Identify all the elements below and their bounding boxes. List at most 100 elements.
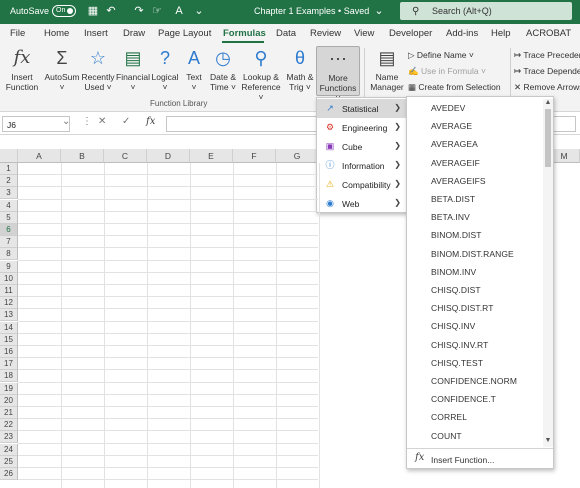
redo-icon[interactable]: ↷ — [132, 4, 146, 18]
menu-item-statistical[interactable]: ↗ Statistical ❯ — [317, 99, 407, 118]
cancel-icon[interactable]: ✕ — [98, 116, 106, 127]
column-header-e[interactable]: E — [190, 149, 233, 163]
trace-dependents-button[interactable]: ↦ Trace Dependents — [514, 66, 580, 77]
tab-add-ins[interactable]: Add-ins — [446, 28, 478, 39]
menu-item-web[interactable]: ◉ Web ❯ — [317, 194, 407, 213]
function-item[interactable]: CHISQ.TEST — [431, 358, 483, 368]
remove-arrows-button[interactable]: ✕ Remove Arrows ˅ — [514, 82, 580, 93]
row-header[interactable]: 7 — [0, 236, 18, 249]
tab-home[interactable]: Home — [44, 28, 69, 39]
function-item[interactable]: CHISQ.INV.RT — [431, 340, 488, 350]
row-header[interactable]: 2 — [0, 175, 18, 188]
trace-precedents-button[interactable]: ↦ Trace Precedents — [514, 50, 580, 61]
row-header[interactable]: 1 — [0, 163, 18, 175]
menu-item-information[interactable]: ⓘ Information ❯ — [317, 156, 407, 175]
name-box-dropdown-icon[interactable]: ⌄ — [62, 116, 70, 127]
row-header[interactable]: 23 — [0, 431, 18, 444]
row-header[interactable]: 18 — [0, 370, 18, 383]
insert-function-fx-icon[interactable]: fx — [146, 116, 155, 127]
row-header[interactable]: 10 — [0, 272, 18, 285]
tab-acrobat[interactable]: ACROBAT — [526, 28, 571, 39]
row-header[interactable]: 14 — [0, 321, 18, 334]
more-functions-button[interactable]: ⋯ More Functions ˅ — [316, 46, 360, 103]
column-header-a[interactable]: A — [18, 149, 61, 163]
function-item[interactable]: CORREL — [431, 412, 467, 422]
row-header[interactable]: 16 — [0, 346, 18, 358]
function-item[interactable]: AVEDEV — [431, 103, 465, 113]
scrollbar-thumb[interactable] — [545, 109, 551, 167]
row-header[interactable]: 11 — [0, 285, 18, 297]
tab-review[interactable]: Review — [310, 28, 341, 39]
function-item[interactable]: BETA.INV — [431, 212, 470, 222]
function-item[interactable]: AVERAGEIF — [431, 158, 480, 168]
tab-page-layout[interactable]: Page Layout — [158, 28, 211, 39]
column-header-g[interactable]: G — [276, 149, 319, 163]
function-item[interactable]: AVERAGEIFS — [431, 176, 486, 186]
enter-icon[interactable]: ✓ — [122, 116, 130, 127]
function-item[interactable]: BETA.DIST — [431, 194, 475, 204]
tab-view[interactable]: View — [354, 28, 374, 39]
function-item[interactable]: AVERAGE — [431, 121, 472, 131]
select-all-corner[interactable] — [0, 149, 18, 163]
define-name-button[interactable]: ▷ Define Name ˅ — [408, 50, 474, 61]
row-header[interactable]: 8 — [0, 248, 18, 261]
tab-file[interactable]: File — [10, 28, 25, 39]
title-dropdown-icon[interactable]: ⌄ — [372, 4, 386, 18]
tab-formulas[interactable]: Formulas — [223, 28, 266, 39]
row-header[interactable]: 19 — [0, 382, 18, 395]
create-from-selection-button[interactable]: ▦ Create from Selection — [408, 82, 501, 93]
name-manager-button[interactable]: ▤ Name Manager — [368, 46, 406, 92]
name-box[interactable]: J6 — [2, 116, 70, 132]
logical-button[interactable]: ? Logical ˅ — [150, 46, 180, 92]
tab-draw[interactable]: Draw — [123, 28, 145, 39]
row-header[interactable]: 17 — [0, 358, 18, 371]
lookup-reference-button[interactable]: ⚲ Lookup & Reference ˅ — [238, 46, 284, 102]
scroll-down-icon[interactable]: ▼ — [543, 437, 553, 444]
row-header[interactable]: 3 — [0, 187, 18, 200]
use-in-formula-button[interactable]: ✍ Use in Formula ˅ — [408, 66, 486, 77]
column-header-c[interactable]: C — [104, 149, 147, 163]
submenu-scrollbar[interactable]: ▲ ▼ — [543, 99, 553, 447]
row-header[interactable]: 9 — [0, 260, 18, 273]
tab-help[interactable]: Help — [491, 28, 511, 39]
touch-mode-icon[interactable]: ☞ — [150, 4, 164, 18]
tab-developer[interactable]: Developer — [389, 28, 432, 39]
menu-item-compatibility[interactable]: ⚠ Compatibility ❯ — [317, 175, 407, 194]
row-header[interactable]: 13 — [0, 309, 18, 322]
function-item[interactable]: BINOM.DIST — [431, 230, 482, 240]
insert-function-menu-item[interactable]: fx Insert Function... — [407, 448, 553, 468]
customize-icon[interactable]: ⌄ — [192, 4, 206, 18]
function-item[interactable]: CHISQ.INV — [431, 321, 475, 331]
row-header[interactable]: 12 — [0, 297, 18, 310]
format-icon[interactable]: A — [172, 4, 186, 18]
row-header[interactable]: 5 — [0, 211, 18, 224]
row-header[interactable]: 4 — [0, 199, 18, 212]
row-header[interactable]: 15 — [0, 333, 18, 346]
row-header[interactable]: 24 — [0, 443, 18, 456]
scroll-up-icon[interactable]: ▲ — [543, 99, 553, 106]
function-item[interactable]: BINOM.INV — [431, 267, 476, 277]
column-header-d[interactable]: D — [147, 149, 190, 163]
save-icon[interactable]: ▦ — [86, 4, 100, 18]
tab-insert[interactable]: Insert — [84, 28, 108, 39]
autosave-toggle[interactable]: On — [52, 5, 76, 17]
row-header[interactable]: 6 — [0, 224, 18, 236]
function-item[interactable]: CONFIDENCE.NORM — [431, 376, 517, 386]
row-header[interactable]: 20 — [0, 394, 18, 407]
function-item[interactable]: COUNT — [431, 431, 462, 441]
row-header[interactable]: 21 — [0, 407, 18, 419]
text-button[interactable]: A Text ˅ — [182, 46, 206, 92]
row-header[interactable]: 22 — [0, 419, 18, 432]
search-box[interactable]: ⚲ Search (Alt+Q) — [400, 2, 572, 20]
menu-item-cube[interactable]: ▣ Cube ❯ — [317, 137, 407, 156]
recently-used-button[interactable]: ☆ Recently Used ˅ — [80, 46, 116, 92]
insert-function-button[interactable]: fx Insert Function — [4, 46, 40, 92]
menu-item-engineering[interactable]: ⚙ Engineering ❯ — [317, 118, 407, 137]
date-time-button[interactable]: ◷ Date & Time ˅ — [208, 46, 238, 92]
function-item[interactable]: CONFIDENCE.T — [431, 394, 496, 404]
undo-icon[interactable]: ↶ — [104, 4, 118, 18]
column-header-b[interactable]: B — [61, 149, 104, 163]
function-item[interactable]: CHISQ.DIST.RT — [431, 303, 494, 313]
autosum-button[interactable]: Σ AutoSum ˅ — [42, 46, 82, 92]
row-header[interactable]: 25 — [0, 455, 18, 468]
